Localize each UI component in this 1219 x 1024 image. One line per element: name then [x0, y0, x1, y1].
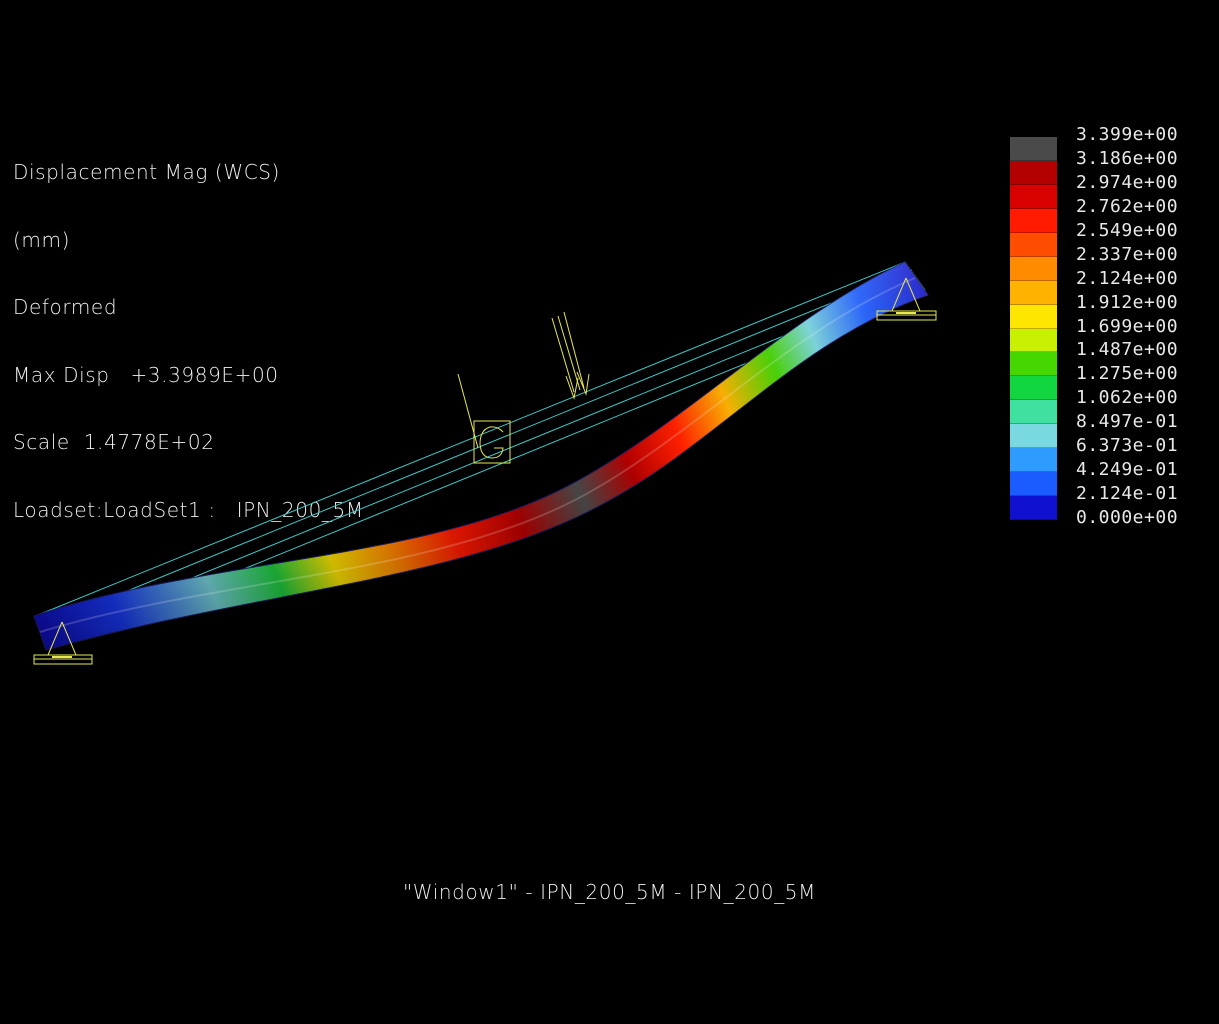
legend-swatch — [1010, 472, 1057, 497]
legend-label: 2.549e+00 — [1076, 219, 1179, 241]
color-legend: 3.399e+00 3.186e+00 2.974e+00 2.762e+00 2.54… — [1010, 124, 1210, 537]
window-title: "Window1" - IPN_200_5M - IPN_200_5M — [403, 880, 816, 904]
legend-swatch — [1010, 232, 1057, 257]
force-arrow-icon[interactable] — [551, 311, 590, 400]
legend-label: 2.337e+00 — [1076, 243, 1179, 265]
legend-label: 0.000e+00 — [1076, 507, 1179, 528]
legend-label: 2.762e+00 — [1076, 195, 1179, 217]
legend-label: 2.124e+00 — [1076, 267, 1179, 289]
legend-label: 1.275e+00 — [1076, 363, 1179, 385]
legend-swatch — [1010, 304, 1057, 329]
legend-swatch — [1010, 328, 1057, 353]
legend-swatch — [1010, 137, 1057, 161]
legend-label: 1.487e+00 — [1076, 339, 1179, 361]
legend-label: 3.399e+00 — [1076, 124, 1179, 145]
legend-label: 2.124e-01 — [1076, 483, 1179, 505]
legend-swatch — [1010, 256, 1057, 281]
legend-label: 3.186e+00 — [1076, 147, 1179, 169]
legend-label: 1.062e+00 — [1076, 387, 1179, 409]
deformed-beam[interactable] — [33, 261, 929, 651]
legend-label: 8.497e-01 — [1076, 411, 1179, 433]
legend-swatch — [1010, 376, 1057, 401]
gravity-icon[interactable] — [457, 373, 511, 464]
legend-swatch — [1010, 496, 1057, 520]
legend-label: 1.699e+00 — [1076, 315, 1179, 337]
legend-label: 6.373e-01 — [1076, 435, 1179, 457]
legend-swatch — [1010, 184, 1057, 209]
legend-swatch — [1010, 280, 1057, 305]
legend-swatch — [1010, 400, 1057, 425]
legend-label: 4.249e-01 — [1076, 459, 1179, 481]
legend-swatch — [1010, 352, 1057, 377]
legend-color-bar — [1010, 137, 1057, 520]
legend-swatch — [1010, 160, 1057, 185]
legend-swatch — [1010, 208, 1057, 233]
legend-swatch — [1010, 424, 1057, 449]
legend-label: 2.974e+00 — [1076, 171, 1179, 193]
legend-label: 1.912e+00 — [1076, 291, 1179, 313]
legend-swatch — [1010, 448, 1057, 473]
